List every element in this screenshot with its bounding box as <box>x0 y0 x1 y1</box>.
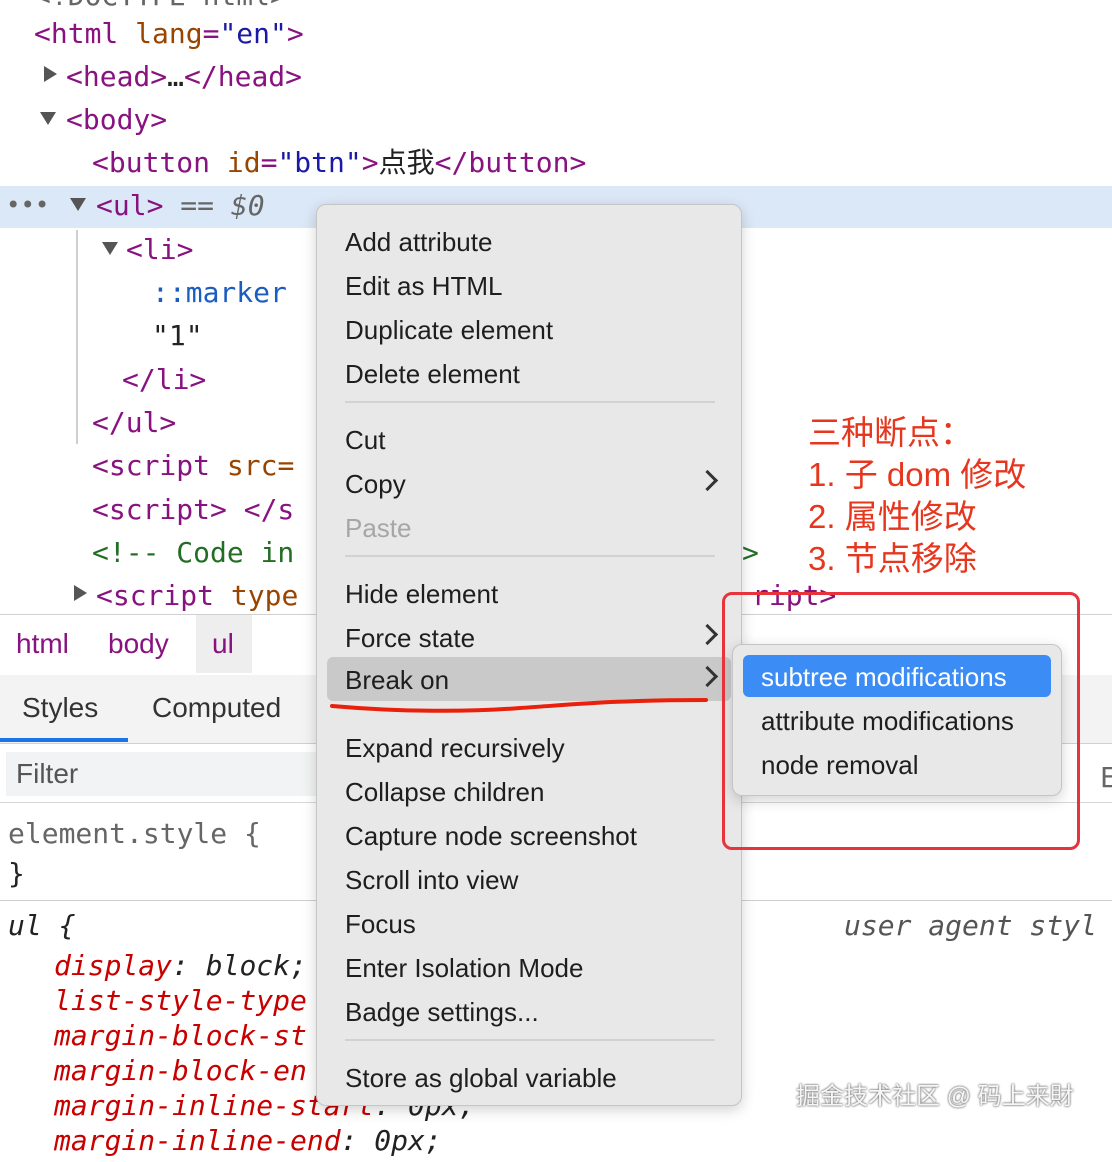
annotation-line-2: 2. 属性修改 <box>808 498 977 535</box>
annotation-line-1: 1. 子 dom 修改 <box>808 456 1027 493</box>
annotation-highlight-box <box>722 592 1080 850</box>
annotation-title: 三种断点： <box>808 414 973 451</box>
annotation-line-3: 3. 节点移除 <box>808 540 977 577</box>
watermark: 掘金技术社区 @ 码上来財 <box>796 1083 1074 1110</box>
underline-stroke <box>330 698 708 713</box>
